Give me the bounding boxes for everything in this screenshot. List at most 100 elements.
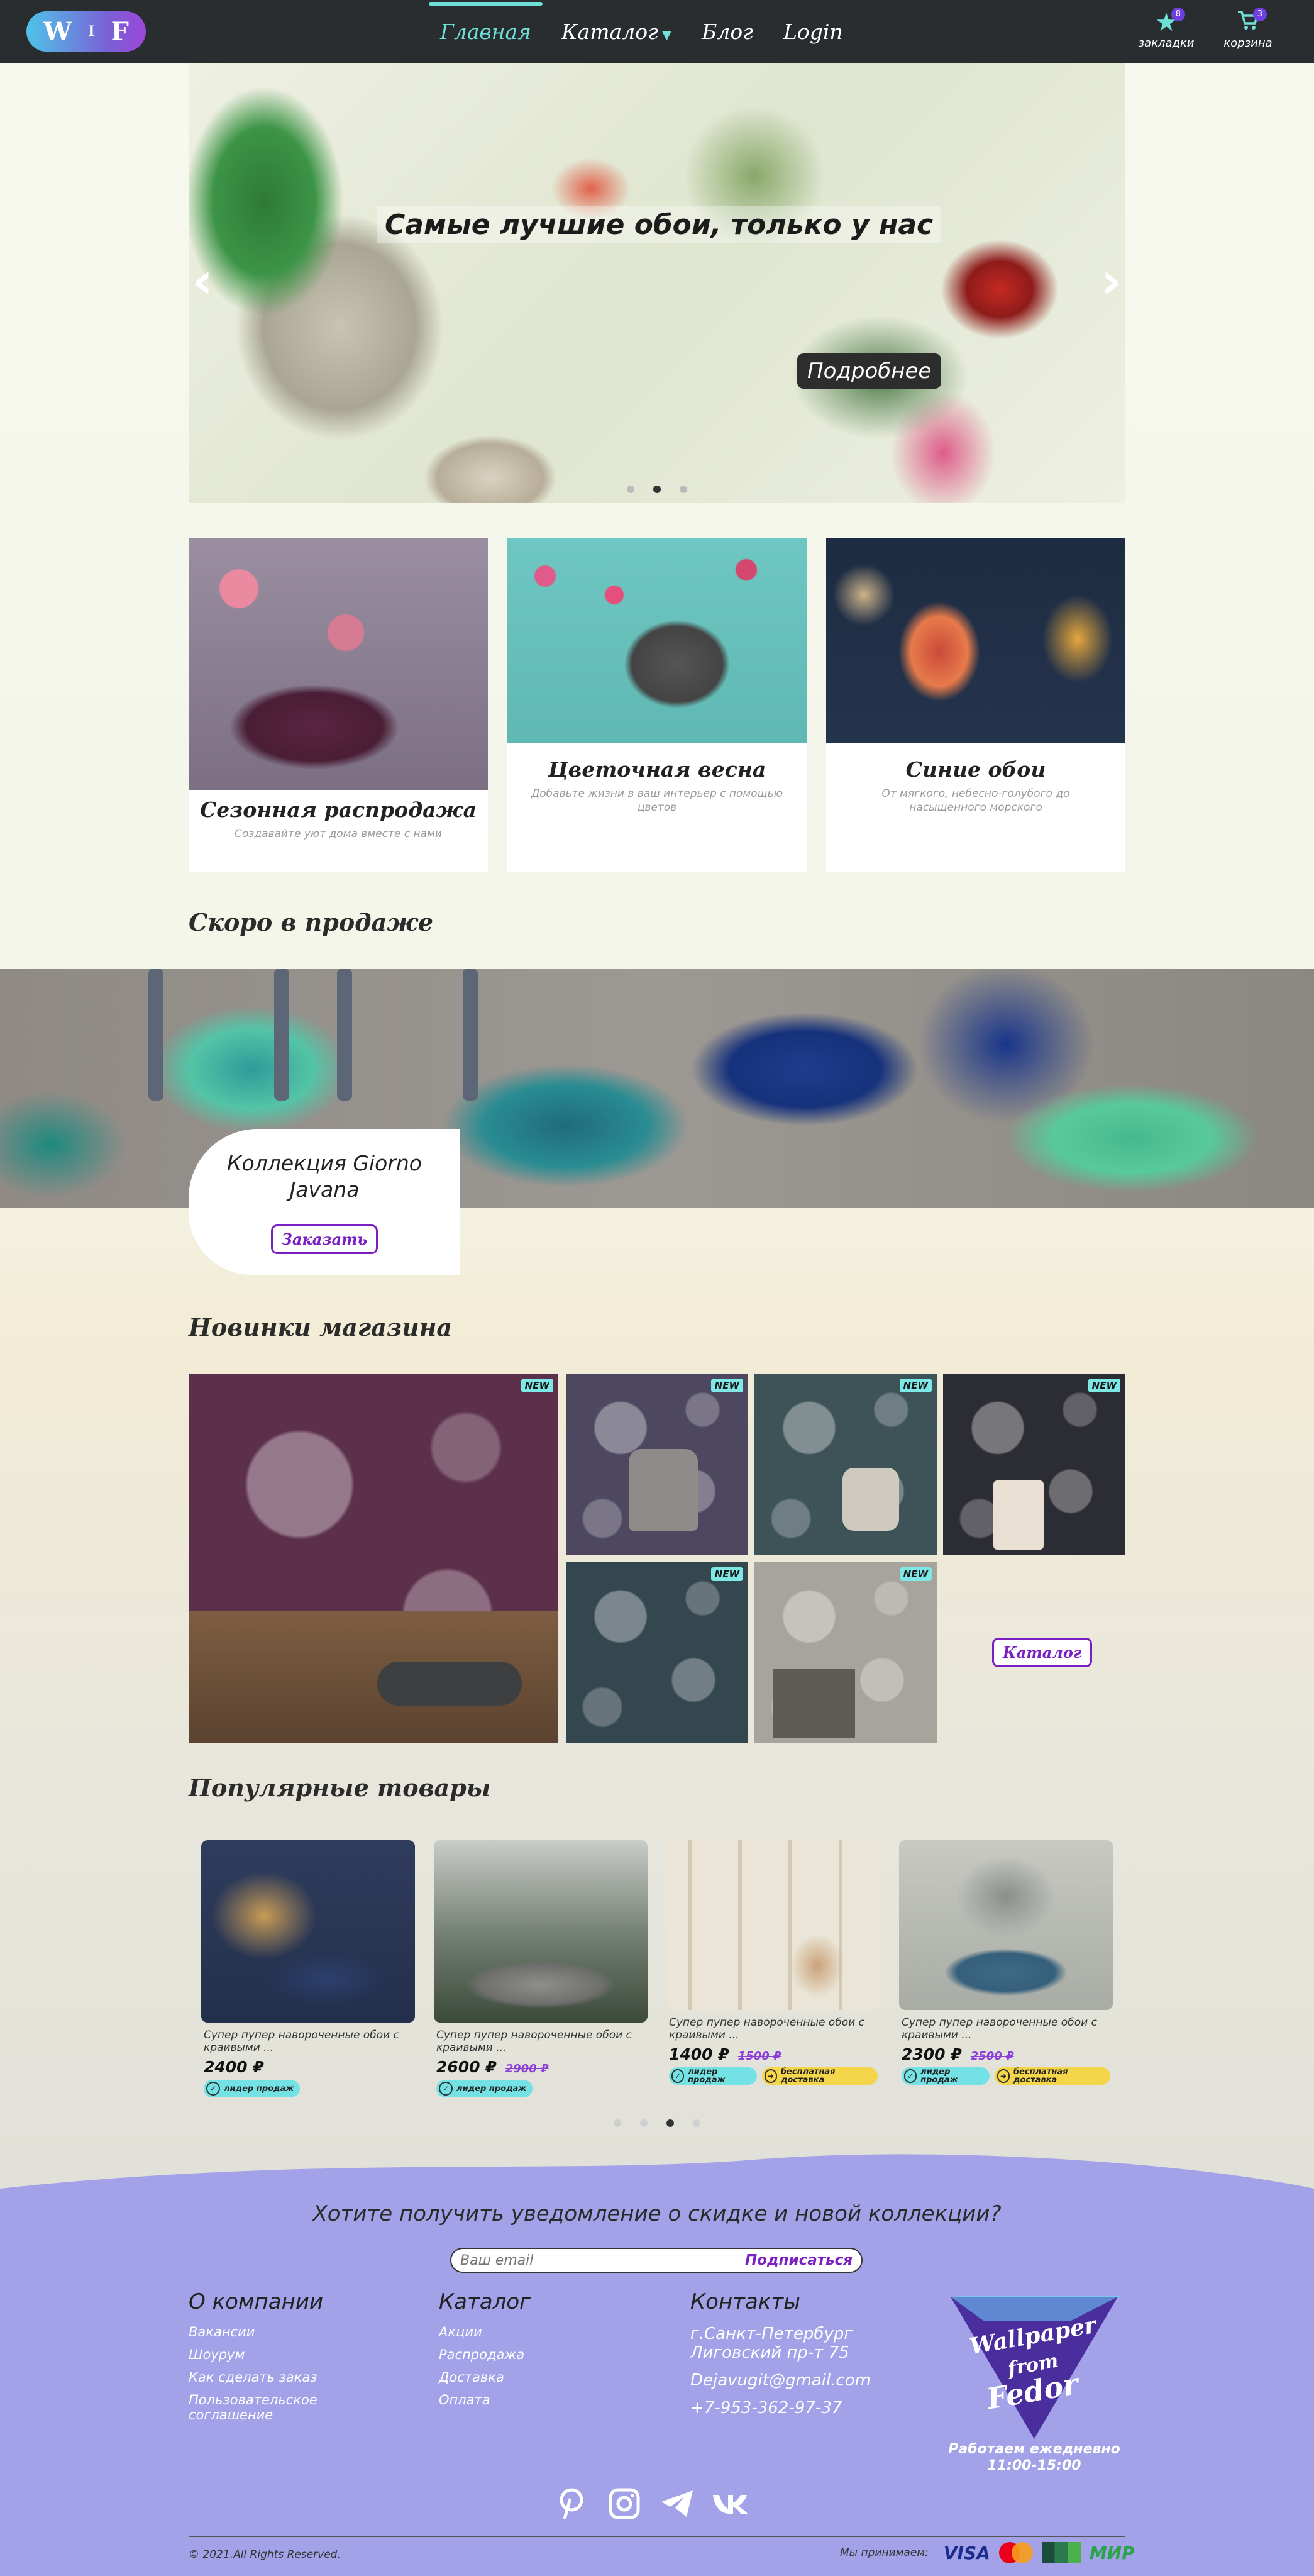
product-card[interactable]: Супер пупер навороченные обои с краивыми… — [666, 1840, 880, 2085]
category-card-sale[interactable]: Сезонная распродажа Создавайте уют дома … — [189, 538, 488, 872]
subscribe-button[interactable]: Подписаться — [745, 2252, 853, 2268]
collection-title: Коллекция Giorno Javana — [227, 1151, 422, 1202]
new-product-tile[interactable]: NEW — [943, 1374, 1125, 1555]
contact-email[interactable]: Dejavugit@gmail.com — [690, 2371, 917, 2390]
product-card[interactable]: Супер пупер навороченные обои с краивыми… — [899, 1840, 1113, 2085]
chair-leg-decoration — [337, 969, 352, 1101]
product-image — [434, 1840, 648, 2023]
footer-link-promotions[interactable]: Акции — [439, 2324, 640, 2340]
nav-home[interactable]: Главная — [428, 1, 543, 44]
tag-label: лидер продаж — [920, 2067, 958, 2085]
telegram-icon[interactable] — [659, 2485, 695, 2522]
hero-more-button[interactable]: Подробнее — [797, 353, 942, 389]
cart-count-badge: 3 — [1253, 8, 1267, 21]
footer-link-how-to-order[interactable]: Как сделать заказ — [189, 2370, 415, 2385]
bookmarks-count-badge: 8 — [1171, 8, 1185, 21]
product-price: 2600 ₽ 2900 ₽ — [436, 2058, 645, 2076]
bookmarks-button[interactable]: ★ 8 закладки — [1132, 8, 1201, 50]
footer-link-sale[interactable]: Распродажа — [439, 2347, 640, 2362]
popular-dot-active[interactable] — [666, 2119, 674, 2127]
hero-dot[interactable] — [627, 486, 634, 493]
instagram-icon[interactable] — [606, 2485, 643, 2522]
bestseller-tag: ✓ лидер продаж — [436, 2080, 533, 2097]
contact-phone[interactable]: +7-953-362-97-37 — [690, 2399, 917, 2418]
cart-button[interactable]: 3 корзина — [1213, 8, 1283, 50]
hero-dot[interactable] — [680, 486, 687, 493]
catalog-button-wrap: Каталог — [992, 1638, 1093, 1667]
cart-icon: 3 — [1237, 8, 1267, 36]
pinterest-icon[interactable] — [553, 2485, 590, 2522]
new-product-tile[interactable]: NEW — [754, 1374, 937, 1555]
new-product-tile[interactable]: NEW — [754, 1562, 937, 1743]
footer-catalog-title: Каталог — [439, 2289, 531, 2314]
hero-dot-active[interactable] — [653, 486, 661, 493]
category-subtitle: Создавайте уют дома вместе с нами — [235, 828, 442, 840]
order-button[interactable]: Заказать — [270, 1224, 378, 1254]
footer-link-agreement[interactable]: Пользовательское соглашение — [189, 2392, 327, 2423]
delivery-icon: ➜ — [997, 2069, 1010, 2083]
nav-blog[interactable]: Блог — [702, 19, 753, 44]
category-title: Синие обои — [905, 757, 1046, 782]
coming-soon-title: Скоро в продаже — [189, 908, 434, 936]
vase-decoration — [993, 1480, 1044, 1550]
popular-pagination — [0, 2119, 1314, 2127]
hero-pagination — [189, 486, 1125, 493]
tag-label: лидер продаж — [456, 2084, 527, 2094]
tag-label: бесплатная доставка — [1013, 2067, 1068, 2085]
old-price: 1500 ₽ — [737, 2050, 781, 2063]
pouf-decoration — [377, 1662, 522, 1706]
category-title: Сезонная распродажа — [199, 797, 477, 822]
product-card[interactable]: Супер пупер навороченные обои с краивыми… — [201, 1840, 415, 2097]
slider-next-arrow-icon[interactable]: › — [1101, 252, 1122, 310]
product-image — [899, 1840, 1113, 2010]
site-logo[interactable]: W I F — [26, 11, 146, 52]
nav-catalog[interactable]: Каталог ▼ — [561, 19, 671, 44]
delivery-icon: ➜ — [764, 2069, 777, 2083]
nav-login[interactable]: Login — [783, 19, 843, 44]
category-subtitle: От мягкого, небесно-голубого до насыщенн… — [881, 787, 1070, 814]
footer-link-showroom[interactable]: Шоурум — [189, 2347, 415, 2362]
footer-wave — [0, 2151, 1314, 2189]
catalog-button[interactable]: Каталог — [992, 1638, 1093, 1667]
price-value: 1400 ₽ — [669, 2045, 729, 2063]
payments-label: Мы принимаем: — [840, 2546, 929, 2559]
new-product-tile[interactable]: NEW — [566, 1374, 748, 1555]
unistellar-logo — [1041, 2542, 1081, 2563]
logo-letter-i: I — [88, 23, 95, 40]
product-card[interactable]: Супер пупер навороченные обои с краивыми… — [434, 1840, 648, 2097]
popular-dot[interactable] — [693, 2119, 700, 2127]
laurel-icon: ✓ — [206, 2082, 220, 2096]
footer-link-delivery[interactable]: Доставка — [439, 2370, 640, 2385]
chair-leg-decoration — [463, 969, 478, 1101]
email-input[interactable] — [460, 2252, 724, 2268]
payment-methods: Мы принимаем: VISA МИР — [840, 2542, 1135, 2563]
category-card-spring[interactable]: Цветочная весна Добавьте жизни в ваш инт… — [507, 538, 807, 872]
footer-link-vacancies[interactable]: Вакансии — [189, 2324, 415, 2340]
category-card-blue[interactable]: Синие обои От мягкого, небесно-голубого … — [826, 538, 1125, 872]
hero-slider: Самые лучшие обои, только у нас Подробне… — [189, 63, 1125, 503]
star-icon: ★ 8 — [1155, 8, 1185, 36]
logo-letter-w: W — [43, 16, 72, 47]
vk-icon[interactable] — [712, 2485, 748, 2522]
footer-link-payment[interactable]: Оплата — [439, 2392, 640, 2407]
armchair-decoration — [842, 1468, 899, 1531]
new-product-tile[interactable]: NEW — [566, 1562, 748, 1743]
footer-divider — [189, 2536, 1125, 2537]
new-products-title: Новинки магазина — [189, 1313, 453, 1341]
free-delivery-tag: ➜ бесплатная доставка — [761, 2067, 878, 2085]
popular-dot[interactable] — [614, 2119, 621, 2127]
popular-dot[interactable] — [640, 2119, 648, 2127]
bookmarks-label: закладки — [1138, 36, 1195, 50]
category-image — [507, 538, 807, 743]
slider-prev-arrow-icon[interactable]: ‹ — [192, 252, 213, 310]
new-product-tile[interactable]: NEW — [189, 1374, 558, 1743]
tag-label: бесплатная доставка — [780, 2067, 836, 2085]
bestseller-tag: ✓ лидер продаж — [902, 2067, 990, 2085]
footer-company-title: О компании — [189, 2289, 324, 2314]
armchair-decoration — [629, 1449, 698, 1531]
nav-catalog-label: Каталог — [561, 19, 658, 44]
footer-contacts: Контакты г.Санкт-Петербург Лиговский пр-… — [690, 2289, 917, 2426]
subscribe-form: Подписаться — [450, 2248, 863, 2273]
product-desc: Супер пупер навороченные обои с краивыми… — [436, 2029, 632, 2054]
contact-address: г.Санкт-Петербург Лиговский пр-т 75 — [690, 2324, 853, 2362]
